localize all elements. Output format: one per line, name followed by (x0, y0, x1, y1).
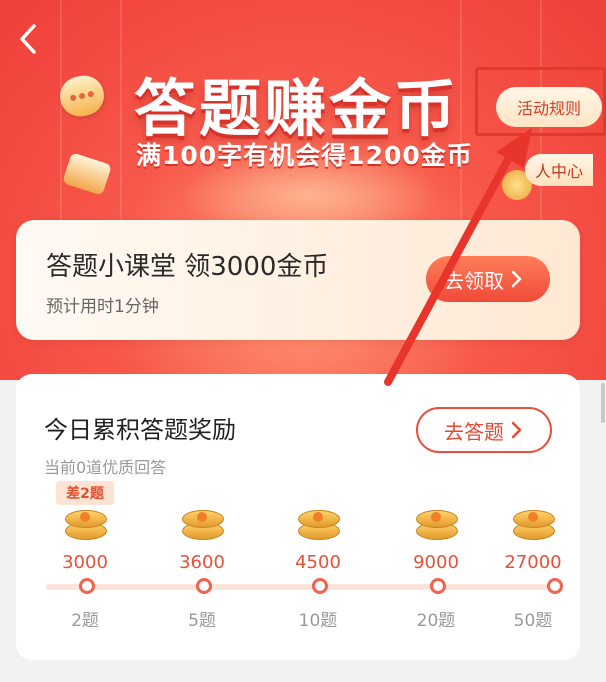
coin-icon (416, 506, 458, 542)
milestone-coins: 3000 (62, 552, 108, 573)
go-answer-button[interactable]: 去答题 (416, 407, 552, 453)
claim-button[interactable]: 去领取 (426, 256, 550, 302)
milestone-coins: 9000 (413, 552, 459, 573)
coin-icon (182, 506, 224, 542)
progress-track (46, 584, 552, 590)
chevron-right-icon (511, 270, 522, 288)
page-subtitle: 满100字有机会得1200金币 (136, 141, 473, 170)
lesson-title: 答题小课堂 领3000金币 (46, 252, 329, 282)
coin-icon (65, 506, 107, 542)
reward-subtitle: 当前0道优质回答 (44, 458, 167, 477)
milestone-questions: 2题 (71, 611, 99, 631)
chevron-right-icon (511, 421, 522, 439)
milestone-questions: 20题 (416, 611, 456, 631)
gap-badge: 差2题 (56, 481, 114, 505)
chat-bubble-icon (56, 71, 108, 121)
back-icon[interactable] (12, 22, 46, 56)
scrollbar[interactable] (601, 383, 605, 423)
coin-icon (298, 506, 340, 542)
lesson-subtitle: 预计用时1分钟 (46, 297, 159, 317)
milestone-dot (196, 578, 212, 594)
reward-title: 今日累积答题奖励 (44, 416, 236, 444)
milestone-questions: 10题 (298, 611, 338, 631)
highlight-box (475, 67, 606, 136)
milestone-dot (79, 578, 95, 594)
page-title: 答题赚金币 (134, 72, 460, 145)
personal-center-button[interactable]: 人中心 (525, 154, 594, 186)
reward-card: 今日累积答题奖励 当前0道优质回答 去答题 差2题 3000 2题 3600 5… (16, 374, 580, 660)
milestone-questions: 5题 (188, 611, 216, 631)
lesson-card: 答题小课堂 领3000金币 预计用时1分钟 去领取 (16, 220, 580, 340)
claim-button-label: 去领取 (444, 268, 504, 293)
milestone-questions: 50题 (513, 611, 553, 631)
milestone-coins: 3600 (179, 552, 225, 573)
coin-icon (513, 506, 555, 542)
milestone-coins: 27000 (504, 552, 562, 573)
notebook-icon (62, 152, 112, 196)
milestone-dot (312, 578, 328, 594)
milestone-coins: 4500 (295, 552, 341, 573)
go-answer-label: 去答题 (444, 419, 504, 444)
milestone-dot (547, 578, 563, 594)
milestone-dot (430, 578, 446, 594)
